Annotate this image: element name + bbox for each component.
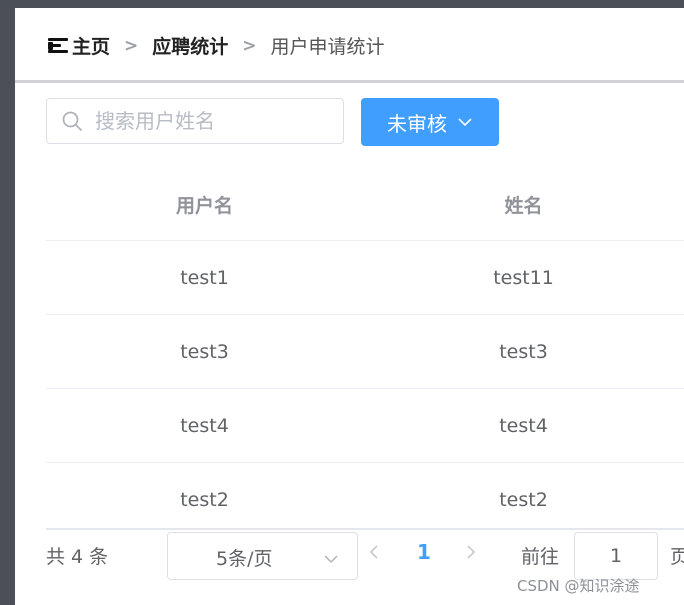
goto-label: 前往 — [521, 546, 560, 568]
cell-name: test3 — [499, 340, 548, 363]
column-header-username: 用户名 — [176, 194, 234, 217]
goto-page-input[interactable] — [574, 532, 658, 580]
cell-username: test3 — [180, 340, 229, 363]
breadcrumb-separator: > — [242, 35, 257, 56]
cell-name: test11 — [493, 266, 554, 289]
watermark: CSDN @知识涂途 — [517, 577, 640, 595]
breadcrumb: 主页 > 应聘统计 > 用户申请统计 — [48, 32, 385, 59]
goto-suffix: 页 — [670, 546, 684, 568]
breadcrumb-current: 用户申请统计 — [270, 36, 385, 58]
page-number-current[interactable]: 1 — [417, 540, 431, 564]
status-filter-label: 未审核 — [387, 111, 447, 136]
breadcrumb-separator: > — [124, 35, 139, 56]
search-icon — [61, 110, 83, 132]
table-row[interactable]: test1 test11 — [46, 241, 684, 315]
sidebar-edge — [0, 8, 15, 605]
prev-page-button[interactable] — [369, 544, 379, 564]
main-content: 主页 > 应聘统计 > 用户申请统计 未审核 用户名 姓名 test1 test… — [15, 8, 684, 605]
search-input[interactable] — [93, 99, 346, 143]
pagination: 共 4 条 5条/页 1 前往 页 — [46, 528, 684, 582]
cell-name: test4 — [499, 414, 548, 437]
page-size-select[interactable]: 5条/页 — [167, 532, 358, 580]
window-top-bar — [0, 0, 684, 8]
page-size-label: 5条/页 — [216, 548, 273, 570]
search-box — [46, 98, 346, 144]
chevron-down-icon — [323, 549, 339, 568]
table-row[interactable]: test3 test3 — [46, 315, 684, 389]
chevron-down-icon — [457, 117, 473, 127]
users-table: 用户名 姓名 test1 test11 test3 test3 test4 te… — [46, 168, 684, 536]
menu-fold-icon[interactable] — [48, 37, 68, 54]
table-row[interactable]: test2 test2 — [46, 463, 684, 536]
status-filter-dropdown[interactable]: 未审核 — [361, 98, 499, 146]
cell-username: test2 — [180, 488, 229, 511]
table-header: 用户名 姓名 — [46, 168, 684, 241]
page-header: 主页 > 应聘统计 > 用户申请统计 — [15, 8, 684, 83]
table-row[interactable]: test4 test4 — [46, 389, 684, 463]
column-header-name: 姓名 — [504, 194, 543, 217]
cell-username: test1 — [180, 266, 229, 289]
pagination-total: 共 4 条 — [46, 546, 109, 568]
next-page-button[interactable] — [466, 544, 476, 564]
breadcrumb-home[interactable]: 主页 — [72, 32, 110, 59]
cell-username: test4 — [180, 414, 229, 437]
cell-name: test2 — [499, 488, 548, 511]
breadcrumb-section[interactable]: 应聘统计 — [152, 32, 228, 59]
